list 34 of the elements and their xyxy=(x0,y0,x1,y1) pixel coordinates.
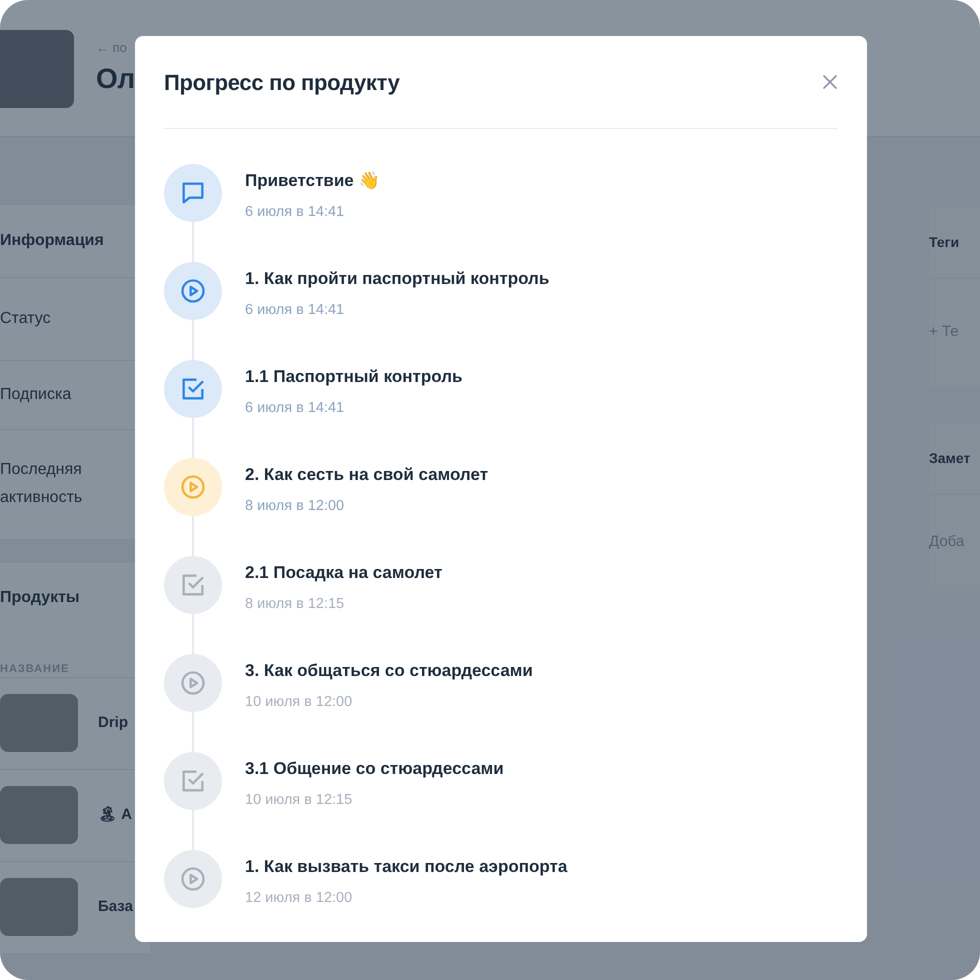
step-date: 10 июля в 12:00 xyxy=(245,692,354,712)
modal-title: Прогресс по продукту xyxy=(164,68,400,97)
play-icon xyxy=(179,669,207,697)
step-date: 12 июля в 12:00 xyxy=(245,888,354,908)
step-date: 10 июля в 12:15 xyxy=(245,790,354,810)
step-title: 2.1 Посадка на самолет xyxy=(245,562,442,584)
field-label: Последняя активность xyxy=(0,460,84,508)
section-title: Замет xyxy=(929,448,970,468)
step-date: 6 июля в 14:41 xyxy=(245,398,346,418)
section-title: Информация xyxy=(0,230,104,250)
play-icon xyxy=(179,277,207,305)
step-title: 1. Как пройти паспортный контроль xyxy=(245,268,550,290)
field-label: Статус xyxy=(0,308,52,328)
field-label: Подписка xyxy=(0,384,72,404)
product-name: Drip xyxy=(98,712,128,733)
close-icon[interactable] xyxy=(822,74,838,90)
product-name: База xyxy=(98,896,133,917)
step-title: 1.1 Паспортный контроль xyxy=(245,366,462,388)
step-title: Приветствие 👋 xyxy=(245,170,380,192)
back-link[interactable]: ← по xyxy=(96,38,136,58)
step-date: 6 июля в 14:41 xyxy=(245,300,346,320)
step-date: 6 июля в 14:41 xyxy=(245,202,346,222)
section-title: Теги xyxy=(929,232,960,252)
play-icon xyxy=(179,473,207,501)
profile-name: Ол xyxy=(96,62,136,96)
step-title: 2. Как сесть на свой самолет xyxy=(245,464,488,486)
step-date: 8 июля в 12:00 xyxy=(245,496,346,516)
product-name: 🏝 А xyxy=(98,804,132,825)
step-title: 3.1 Общение со стюардессами xyxy=(245,758,504,780)
play-icon xyxy=(179,865,207,893)
step-date: 8 июля в 12:15 xyxy=(245,594,346,614)
section-title: Продукты xyxy=(0,588,80,608)
step-title: 1. Как вызвать такси после аэропорта xyxy=(245,856,568,878)
step-title: 3. Как общаться со стюардессами xyxy=(245,660,533,682)
